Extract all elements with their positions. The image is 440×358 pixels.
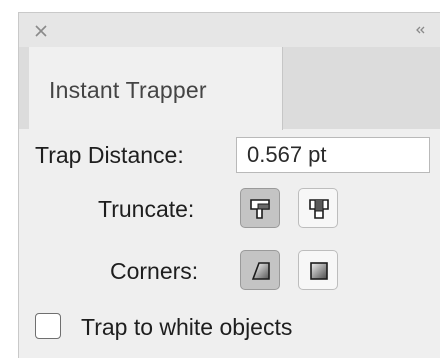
close-icon[interactable] xyxy=(33,23,49,39)
truncate-shape-a-icon xyxy=(250,199,270,219)
corners-label: Corners: xyxy=(110,258,199,284)
collapse-panel-icon[interactable] xyxy=(412,22,428,38)
panel-tab-row: Instant Trapper xyxy=(19,47,440,130)
trap-white-label: Trap to white objects xyxy=(81,314,293,340)
truncate-label: Truncate: xyxy=(98,196,195,222)
corner-square-icon xyxy=(310,262,328,280)
panel-titlebar xyxy=(19,13,440,47)
tab-instant-trapper[interactable]: Instant Trapper xyxy=(29,47,283,130)
corners-option-1-button[interactable] xyxy=(240,250,280,290)
truncate-option-1-button[interactable] xyxy=(240,188,280,228)
tab-label: Instant Trapper xyxy=(49,77,207,103)
trap-white-checkbox[interactable] xyxy=(35,313,61,339)
truncate-option-2-button[interactable] xyxy=(298,188,338,228)
trap-distance-label: Trap Distance: xyxy=(35,142,184,168)
truncate-shape-b-icon xyxy=(309,199,329,219)
instant-trapper-panel: Instant Trapper Trap Distance: Truncate:… xyxy=(18,12,440,358)
trap-distance-input[interactable] xyxy=(236,137,430,173)
corners-option-2-button[interactable] xyxy=(298,250,338,290)
corner-beveled-icon xyxy=(251,262,270,280)
